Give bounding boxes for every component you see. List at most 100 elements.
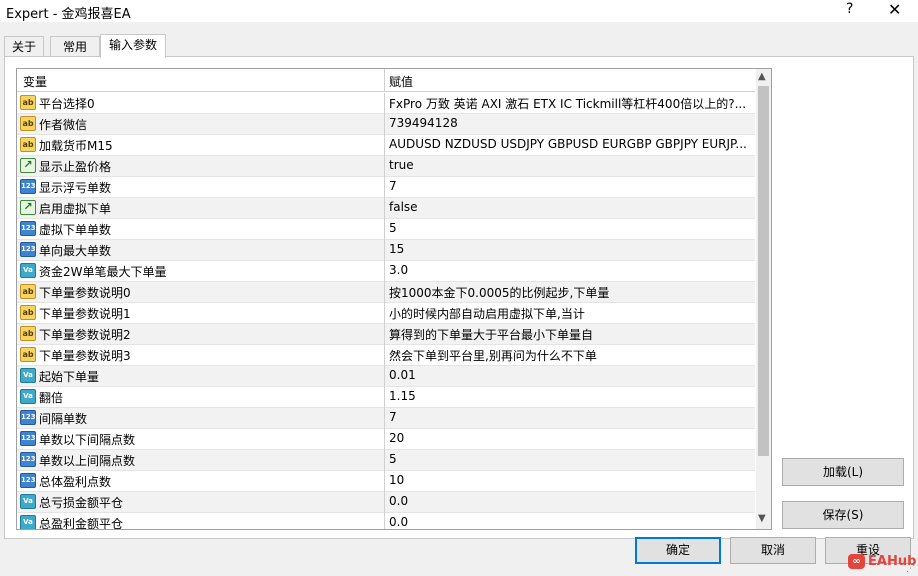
tab-inputs[interactable]: 输入参数 [100,34,166,58]
parameter-value[interactable]: true [389,158,751,172]
parameter-value[interactable]: 然会下单到平台里,别再问为什么不下单 [389,347,751,364]
cell-divider [384,408,385,429]
parameter-value[interactable]: AUDUSD NZDUSD USDJPY GBPUSD EURGBP GBPJP… [389,137,751,151]
eahub-logo-icon: ∞ [848,554,865,569]
parameter-name: 下单量参数说明1 [39,307,131,321]
parameter-value[interactable]: 15 [389,242,751,256]
tab-inputs-label: 输入参数 [108,38,157,52]
save-button[interactable]: 保存(S) [782,501,904,529]
parameter-value[interactable]: 1.15 [389,389,751,403]
table-row[interactable]: ab 作者微信 739494128 [17,114,755,135]
string-type-icon: ab [20,305,36,320]
parameter-value[interactable]: 3.0 [389,263,751,277]
parameter-value[interactable]: false [389,200,751,214]
table-row[interactable]: ab 下单量参数说明2 算得到的下单量大于平台最小下单量自 [17,324,755,345]
cell-divider [384,513,385,529]
parameter-value[interactable]: 20 [389,431,751,445]
ok-button[interactable]: 确定 [635,537,721,564]
parameter-name: 启用虚拟下单 [39,202,112,216]
parameter-name: 起始下单量 [39,370,100,384]
table-row[interactable]: ab 加载货币M15 AUDUSD NZDUSD USDJPY GBPUSD EUR… [17,135,755,156]
resize-grip-icon[interactable]: ⋰ [906,564,915,574]
table-row[interactable]: ab 下单量参数说明1 小的时候内部自动启用虚拟下单,当计 [17,303,755,324]
integer-type-icon: 123 [20,452,36,467]
cell-divider [384,492,385,513]
grid-rows: ab 平台选择0 FxPro 万致 英诺 AXI 激石 ETX IC Tickmil… [17,93,755,529]
table-row[interactable]: 123 显示浮亏单数 7 [17,177,755,198]
scroll-down-icon[interactable]: ▼ [758,513,766,524]
parameter-value[interactable]: FxPro 万致 英诺 AXI 激石 ETX IC Tickmill等杠杆400… [389,95,751,112]
table-row[interactable]: ab 下单量参数说明0 按1000本金下0.0005的比例起步,下单量 [17,282,755,303]
table-row[interactable]: 123 总体盈利点数 10 [17,471,755,492]
cell-divider [384,366,385,387]
string-type-icon: ab [20,137,36,152]
table-row[interactable]: Va 总盈利金额平仓 0.0 [17,513,755,529]
title-bar: Expert - 金鸡报喜EA ? ✕ [0,0,918,22]
parameter-name: 总亏损金额平仓 [39,496,124,510]
parameter-value[interactable]: 0.01 [389,368,751,382]
parameter-value[interactable]: 5 [389,452,751,466]
parameter-value[interactable]: 按1000本金下0.0005的比例起步,下单量 [389,284,751,301]
column-header-value[interactable]: 赋值 [389,73,413,90]
table-row[interactable]: 123 间隔单数 7 [17,408,755,429]
parameter-value[interactable]: 0.0 [389,515,751,529]
scroll-thumb[interactable] [758,86,769,456]
cell-divider [384,387,385,408]
parameter-value[interactable]: 7 [389,179,751,193]
parameter-value[interactable]: 0.0 [389,494,751,508]
parameter-name: 显示止盈价格 [39,160,112,174]
table-row[interactable]: Va 资金2W单笔最大下单量 3.0 [17,261,755,282]
parameter-value[interactable]: 739494128 [389,116,751,130]
scroll-up-icon[interactable]: ▲ [758,71,766,82]
parameter-value[interactable]: 小的时候内部自动启用虚拟下单,当计 [389,305,751,322]
bool-type-icon: ↗ [20,200,36,215]
parameter-name: 间隔单数 [39,412,88,426]
string-type-icon: ab [20,116,36,131]
parameter-name: 单数以上间隔点数 [39,454,136,468]
vertical-scrollbar[interactable]: ▲ ▼ [756,69,771,529]
parameter-value[interactable]: 10 [389,473,751,487]
table-row[interactable]: 123 虚拟下单单数 5 [17,219,755,240]
table-row[interactable]: Va 起始下单量 0.01 [17,366,755,387]
double-type-icon: Va [20,494,36,509]
tab-about[interactable]: 关于 [4,36,44,57]
cell-divider [384,240,385,261]
table-row[interactable]: Va 翻倍 1.15 [17,387,755,408]
load-button[interactable]: 加载(L) [782,458,904,486]
cell-divider [384,471,385,492]
help-icon[interactable]: ? [846,1,853,17]
table-row[interactable]: 123 单数以上间隔点数 5 [17,450,755,471]
parameter-name: 作者微信 [39,118,88,132]
string-type-icon: ab [20,95,36,110]
parameter-name: 显示浮亏单数 [39,181,112,195]
table-row[interactable]: Va 总亏损金额平仓 0.0 [17,492,755,513]
table-row[interactable]: ab 下单量参数说明3 然会下单到平台里,别再问为什么不下单 [17,345,755,366]
cancel-button[interactable]: 取消 [730,537,816,564]
table-row[interactable]: 123 单向最大单数 15 [17,240,755,261]
parameter-value[interactable]: 5 [389,221,751,235]
parameter-name: 平台选择0 [39,97,95,111]
cell-divider [384,324,385,345]
table-row[interactable]: ↗ 显示止盈价格 true [17,156,755,177]
column-header-variable[interactable]: 变量 [23,73,47,90]
table-row[interactable]: ↗ 启用虚拟下单 false [17,198,755,219]
parameter-name: 下单量参数说明0 [39,286,131,300]
cell-divider [384,450,385,471]
string-type-icon: ab [20,347,36,362]
table-row[interactable]: 123 单数以下间隔点数 20 [17,429,755,450]
parameter-name: 下单量参数说明3 [39,349,131,363]
cell-divider [384,219,385,240]
double-type-icon: Va [20,389,36,404]
parameter-value[interactable]: 7 [389,410,751,424]
grid-header: 变量 赋值 [17,69,755,92]
integer-type-icon: 123 [20,179,36,194]
parameter-name: 翻倍 [39,391,64,405]
table-row[interactable]: ab 平台选择0 FxPro 万致 英诺 AXI 激石 ETX IC Tickmil… [17,93,755,114]
bool-type-icon: ↗ [20,158,36,173]
close-icon[interactable]: ✕ [888,0,901,19]
tab-common[interactable]: 常用 [50,36,100,57]
column-divider[interactable] [384,69,385,91]
cell-divider [384,135,385,156]
cell-divider [384,345,385,366]
parameter-value[interactable]: 算得到的下单量大于平台最小下单量自 [389,326,751,343]
